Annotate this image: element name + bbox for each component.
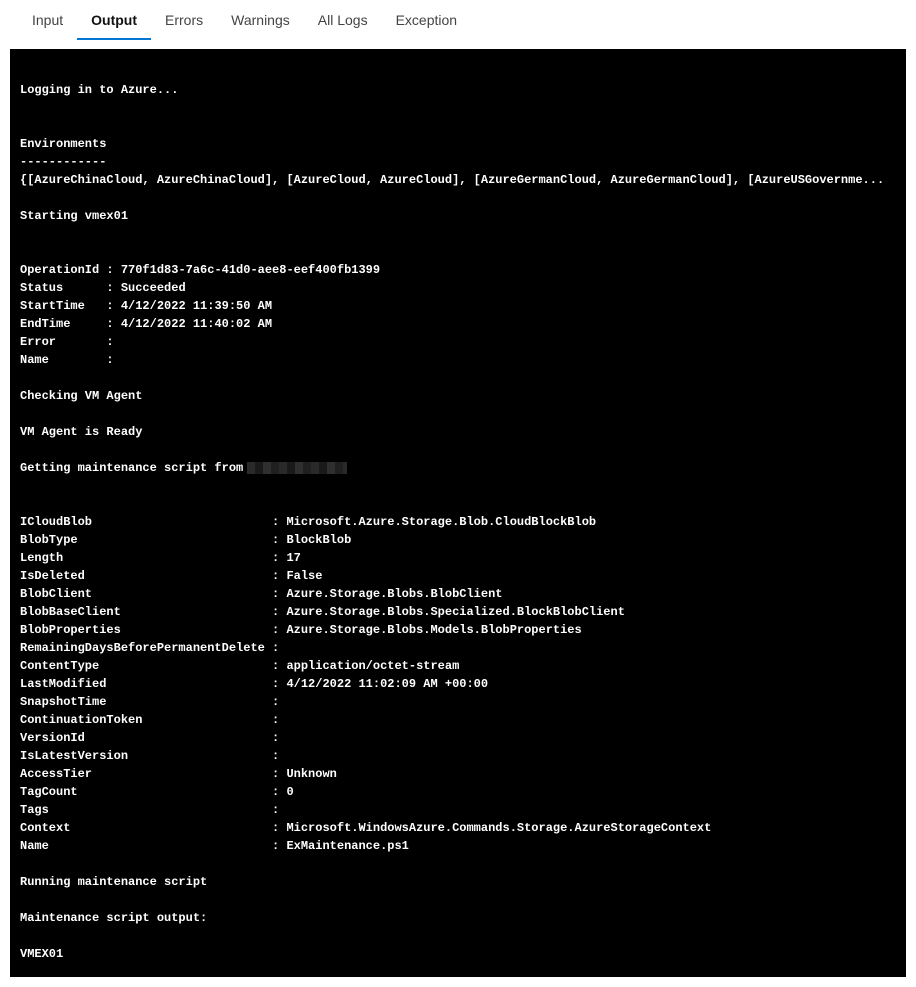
blob-row: AccessTier : Unknown (20, 767, 337, 781)
blob-lastmodified: 4/12/2022 11:02:09 AM +00:00 (286, 677, 488, 691)
blob-blobclient: Azure.Storage.Blobs.BlobClient (286, 587, 502, 601)
op-row: Name : (20, 353, 121, 367)
tab-warnings[interactable]: Warnings (217, 0, 304, 40)
blob-tagcount: 0 (286, 785, 293, 799)
blob-name: ExMaintenance.ps1 (286, 839, 408, 853)
op-row: StartTime : 4/12/2022 11:39:50 AM (20, 299, 272, 313)
blob-row: Tags : (20, 803, 286, 817)
blob-row: BlobType : BlockBlob (20, 533, 351, 547)
blob-row: ContinuationToken : (20, 713, 286, 727)
log-output-header: Maintenance script output: (20, 911, 207, 925)
log-env-divider: ------------ (20, 155, 106, 169)
blob-row: IsDeleted : False (20, 569, 322, 583)
blob-row: LastModified : 4/12/2022 11:02:09 AM +00… (20, 677, 488, 691)
blob-contenttype: application/octet-stream (286, 659, 459, 673)
op-row: Status : Succeeded (20, 281, 186, 295)
op-status: Succeeded (121, 281, 186, 295)
log-getting-script: Getting maintenance script from (20, 461, 347, 475)
log-tabs: Input Output Errors Warnings All Logs Ex… (0, 0, 916, 41)
blob-length: 17 (286, 551, 300, 565)
blob-row: ContentType : application/octet-stream (20, 659, 459, 673)
log-getting-script-text: Getting maintenance script from (20, 461, 243, 475)
op-operationid: 770f1d83-7a6c-41d0-aee8-eef400fb1399 (121, 263, 380, 277)
op-row: Error : (20, 335, 121, 349)
tab-output[interactable]: Output (77, 0, 151, 40)
blob-row: BlobClient : Azure.Storage.Blobs.BlobCli… (20, 587, 503, 601)
blob-row: BlobProperties : Azure.Storage.Blobs.Mod… (20, 623, 582, 637)
blob-row: ICloudBlob : Microsoft.Azure.Storage.Blo… (20, 515, 596, 529)
log-vmname: VMEX01 (20, 947, 63, 961)
blob-row: VersionId : (20, 731, 286, 745)
log-checking-vm: Checking VM Agent (20, 389, 142, 403)
blob-blobbaseclient: Azure.Storage.Blobs.Specialized.BlockBlo… (286, 605, 624, 619)
blob-row: Length : 17 (20, 551, 301, 565)
blob-row: IsLatestVersion : (20, 749, 286, 763)
op-starttime: 4/12/2022 11:39:50 AM (121, 299, 272, 313)
op-row: EndTime : 4/12/2022 11:40:02 AM (20, 317, 272, 331)
blob-blobproperties: Azure.Storage.Blobs.Models.BlobPropertie… (286, 623, 581, 637)
blob-blobtype: BlockBlob (286, 533, 351, 547)
console-output: Logging in to Azure... Environments ----… (10, 49, 906, 977)
blob-row: Name : ExMaintenance.ps1 (20, 839, 409, 853)
blob-row: Context : Microsoft.WindowsAzure.Command… (20, 821, 711, 835)
log-env-list: {[AzureChinaCloud, AzureChinaCloud], [Az… (20, 173, 884, 187)
blob-icloudblob: Microsoft.Azure.Storage.Blob.CloudBlockB… (286, 515, 596, 529)
tab-errors[interactable]: Errors (151, 0, 217, 40)
blob-row: RemainingDaysBeforePermanentDelete : (20, 641, 286, 655)
blob-accesstier: Unknown (286, 767, 336, 781)
op-endtime: 4/12/2022 11:40:02 AM (121, 317, 272, 331)
log-env-header: Environments (20, 137, 106, 151)
log-running: Running maintenance script (20, 875, 207, 889)
blob-isdeleted: False (286, 569, 322, 583)
tab-input[interactable]: Input (18, 0, 77, 40)
blob-row: SnapshotTime : (20, 695, 286, 709)
log-login: Logging in to Azure... (20, 83, 178, 97)
blob-row: TagCount : 0 (20, 785, 294, 799)
log-starting: Starting vmex01 (20, 209, 128, 223)
op-row: OperationId : 770f1d83-7a6c-41d0-aee8-ee… (20, 263, 380, 277)
tab-all-logs[interactable]: All Logs (304, 0, 382, 40)
redacted-storage-name (247, 462, 347, 474)
log-vm-ready: VM Agent is Ready (20, 425, 142, 439)
blob-row: BlobBaseClient : Azure.Storage.Blobs.Spe… (20, 605, 625, 619)
blob-context: Microsoft.WindowsAzure.Commands.Storage.… (286, 821, 711, 835)
tab-exception[interactable]: Exception (382, 0, 471, 40)
